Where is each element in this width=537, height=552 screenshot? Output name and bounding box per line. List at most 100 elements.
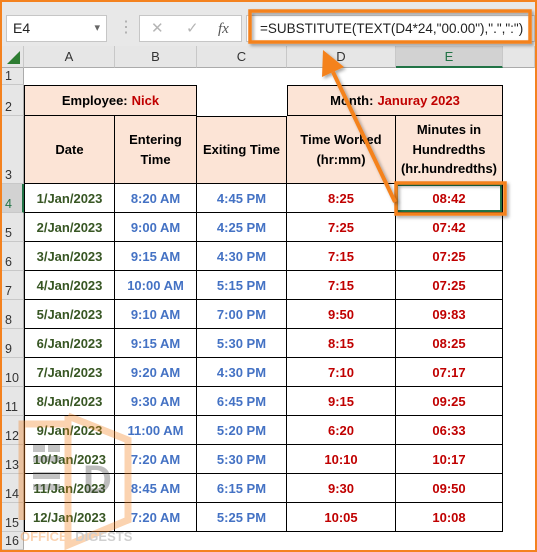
exiting-time-cell[interactable]: 4:45 PM: [197, 184, 287, 213]
date-cell[interactable]: 1/Jan/2023: [24, 184, 115, 213]
header-time-worked[interactable]: Time Worked (hr:mm): [287, 116, 396, 184]
row-header-2[interactable]: 2: [2, 85, 24, 116]
time-worked-cell[interactable]: 10:10: [287, 445, 396, 474]
row-header-11[interactable]: 11: [2, 387, 24, 416]
time-worked-cell[interactable]: 8:25: [287, 184, 396, 213]
empty-cell[interactable]: [503, 300, 535, 329]
chevron-down-icon[interactable]: ▾: [94, 16, 100, 41]
row-header-12[interactable]: 12: [2, 416, 24, 445]
hundredths-cell[interactable]: 08:25: [396, 329, 503, 358]
entering-time-cell[interactable]: 9:15 AM: [115, 242, 197, 271]
row-header-3[interactable]: 3: [2, 116, 24, 184]
date-cell[interactable]: 9/Jan/2023: [24, 416, 115, 445]
row-header-4[interactable]: 4: [2, 184, 24, 213]
hundredths-cell[interactable]: 07:42: [396, 213, 503, 242]
exiting-time-cell[interactable]: 5:30 PM: [197, 329, 287, 358]
empty-cell[interactable]: [503, 213, 535, 242]
exiting-time-cell[interactable]: 6:45 PM: [197, 387, 287, 416]
row-header-14[interactable]: 14: [2, 474, 24, 503]
exiting-time-cell[interactable]: 6:15 PM: [197, 474, 287, 503]
header-exiting-time[interactable]: Exiting Time: [197, 116, 287, 184]
empty-cell[interactable]: [503, 85, 535, 116]
drag-handle-icon[interactable]: ⋮: [118, 18, 134, 38]
hundredths-cell[interactable]: 07:25: [396, 271, 503, 300]
time-worked-cell[interactable]: 8:15: [287, 329, 396, 358]
column-header-f[interactable]: [503, 46, 535, 68]
header-entering-time[interactable]: Entering Time: [115, 116, 197, 184]
date-cell[interactable]: 2/Jan/2023: [24, 213, 115, 242]
hundredths-cell[interactable]: 07:25: [396, 242, 503, 271]
empty-row[interactable]: [24, 532, 535, 550]
empty-cell[interactable]: [503, 387, 535, 416]
empty-row[interactable]: [24, 68, 535, 85]
row-header-8[interactable]: 8: [2, 300, 24, 329]
formula-input[interactable]: =SUBSTITUTE(TEXT(D4*24,"00.00"),".",":"): [246, 15, 535, 42]
row-header-1[interactable]: 1: [2, 68, 24, 85]
row-header-6[interactable]: 6: [2, 242, 24, 271]
time-worked-cell[interactable]: 7:15: [287, 271, 396, 300]
empty-cell[interactable]: [503, 242, 535, 271]
empty-cell[interactable]: [503, 116, 535, 184]
empty-cell[interactable]: [503, 184, 535, 213]
entering-time-cell[interactable]: 8:20 AM: [115, 184, 197, 213]
date-cell[interactable]: 10/Jan/2023: [24, 445, 115, 474]
header-date[interactable]: Date: [24, 116, 115, 184]
row-header-16[interactable]: 16: [2, 532, 24, 550]
empty-cell[interactable]: [197, 85, 287, 116]
date-cell[interactable]: 8/Jan/2023: [24, 387, 115, 416]
entering-time-cell[interactable]: 9:15 AM: [115, 329, 197, 358]
entering-time-cell[interactable]: 9:20 AM: [115, 358, 197, 387]
entering-time-cell[interactable]: 9:30 AM: [115, 387, 197, 416]
time-worked-cell[interactable]: 10:05: [287, 503, 396, 532]
entering-time-cell[interactable]: 7:20 AM: [115, 503, 197, 532]
date-cell[interactable]: 5/Jan/2023: [24, 300, 115, 329]
name-box[interactable]: E4 ▾: [6, 15, 107, 42]
hundredths-cell[interactable]: 10:17: [396, 445, 503, 474]
date-cell[interactable]: 3/Jan/2023: [24, 242, 115, 271]
column-header-d[interactable]: D: [287, 46, 396, 68]
time-worked-cell[interactable]: 9:50: [287, 300, 396, 329]
empty-cell[interactable]: [503, 271, 535, 300]
date-cell[interactable]: 6/Jan/2023: [24, 329, 115, 358]
date-cell[interactable]: 12/Jan/2023: [24, 503, 115, 532]
time-worked-cell[interactable]: 7:15: [287, 242, 396, 271]
row-header-7[interactable]: 7: [2, 271, 24, 300]
time-worked-cell[interactable]: 9:15: [287, 387, 396, 416]
row-header-15[interactable]: 15: [2, 503, 24, 532]
time-worked-cell[interactable]: 7:25: [287, 213, 396, 242]
enter-check-icon[interactable]: ✓: [186, 19, 199, 39]
time-worked-cell[interactable]: 7:10: [287, 358, 396, 387]
entering-time-cell[interactable]: 8:45 AM: [115, 474, 197, 503]
hundredths-cell[interactable]: 09:25: [396, 387, 503, 416]
month-cell[interactable]: Month: Januray 2023: [287, 85, 503, 116]
header-minutes-hundredths[interactable]: Minutes in Hundredths (hr.hundredths): [396, 116, 503, 184]
empty-cell[interactable]: [503, 503, 535, 532]
exiting-time-cell[interactable]: 5:15 PM: [197, 271, 287, 300]
row-header-10[interactable]: 10: [2, 358, 24, 387]
hundredths-cell[interactable]: 07:17: [396, 358, 503, 387]
exiting-time-cell[interactable]: 4:30 PM: [197, 358, 287, 387]
empty-cell[interactable]: [503, 445, 535, 474]
exiting-time-cell[interactable]: 7:00 PM: [197, 300, 287, 329]
hundredths-cell[interactable]: 09:83: [396, 300, 503, 329]
date-cell[interactable]: 7/Jan/2023: [24, 358, 115, 387]
column-header-b[interactable]: B: [115, 46, 197, 68]
date-cell[interactable]: 11/Jan/2023: [24, 474, 115, 503]
select-all-button[interactable]: [2, 46, 24, 68]
exiting-time-cell[interactable]: 5:25 PM: [197, 503, 287, 532]
column-header-c[interactable]: C: [197, 46, 287, 68]
column-header-a[interactable]: A: [24, 46, 115, 68]
empty-cell[interactable]: [503, 474, 535, 503]
empty-cell[interactable]: [503, 416, 535, 445]
cancel-icon[interactable]: ✕: [151, 19, 164, 39]
time-worked-cell[interactable]: 6:20: [287, 416, 396, 445]
row-header-9[interactable]: 9: [2, 329, 24, 358]
employee-cell[interactable]: Employee: Nick: [24, 85, 197, 116]
exiting-time-cell[interactable]: 5:30 PM: [197, 445, 287, 474]
empty-cell[interactable]: [503, 329, 535, 358]
exiting-time-cell[interactable]: 4:25 PM: [197, 213, 287, 242]
row-header-5[interactable]: 5: [2, 213, 24, 242]
row-header-13[interactable]: 13: [2, 445, 24, 474]
exiting-time-cell[interactable]: 4:30 PM: [197, 242, 287, 271]
empty-cell[interactable]: [503, 358, 535, 387]
